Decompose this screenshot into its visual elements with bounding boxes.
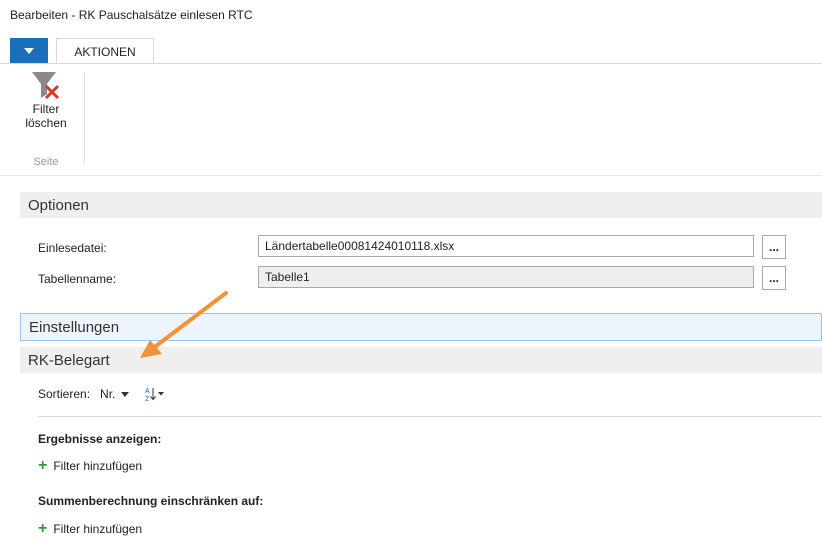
sort-field-select[interactable]: Nr. (100, 387, 130, 401)
filter-divider (38, 416, 822, 417)
tabellenname-label: Tabellenname: (38, 272, 117, 286)
add-filter-totals-label: Filter hinzufügen (53, 522, 143, 536)
ribbon-group-separator (84, 72, 85, 164)
clear-filter-button[interactable]: Filter löschen (14, 70, 78, 152)
clear-filter-label-2: löschen (25, 116, 67, 130)
application-menu-button[interactable] (10, 38, 48, 64)
window-title: Bearbeiten - RK Pauschalsätze einlesen R… (10, 8, 253, 22)
chevron-down-icon (121, 391, 130, 397)
results-label: Ergebnisse anzeigen: (38, 432, 162, 446)
optionen-header[interactable]: Optionen (20, 192, 822, 218)
einlesedatei-field[interactable]: Ländertabelle00081424010118.xlsx (258, 235, 754, 257)
rk-belegart-header[interactable]: RK-Belegart (20, 347, 822, 373)
sort-az-icon: A Z (145, 388, 165, 402)
triangle-down-icon (24, 48, 34, 54)
sort-order-button[interactable]: A Z (145, 386, 165, 402)
add-filter-results-label: Filter hinzufügen (53, 459, 143, 473)
plus-icon: + (38, 520, 48, 537)
add-filter-totals-link[interactable]: + Filter hinzufügen (38, 520, 143, 537)
tabellenname-browse-button[interactable]: ... (762, 266, 786, 290)
sort-field-value: Nr. (100, 387, 116, 401)
ribbon-group-label: Seite (33, 156, 59, 168)
ribbon-bottom-divider (0, 175, 822, 176)
ribbon-divider (0, 63, 822, 64)
tab-aktionen[interactable]: AKTIONEN (56, 38, 154, 64)
einstellungen-header[interactable]: Einstellungen (20, 313, 822, 341)
einlesedatei-browse-button[interactable]: ... (762, 235, 786, 259)
clear-filter-icon (32, 72, 60, 100)
einlesedatei-label: Einlesedatei: (38, 241, 107, 255)
plus-icon: + (38, 457, 48, 474)
clear-filter-label-1: Filter (32, 102, 60, 116)
add-filter-results-link[interactable]: + Filter hinzufügen (38, 457, 143, 474)
svg-text:Z: Z (145, 396, 150, 402)
tabellenname-field[interactable]: Tabelle1 (258, 266, 754, 288)
sort-label: Sortieren: (38, 387, 91, 401)
sort-row: Sortieren: Nr. A Z (38, 386, 165, 402)
totals-label: Summenberechnung einschränken auf: (38, 494, 264, 508)
svg-text:A: A (145, 388, 150, 395)
